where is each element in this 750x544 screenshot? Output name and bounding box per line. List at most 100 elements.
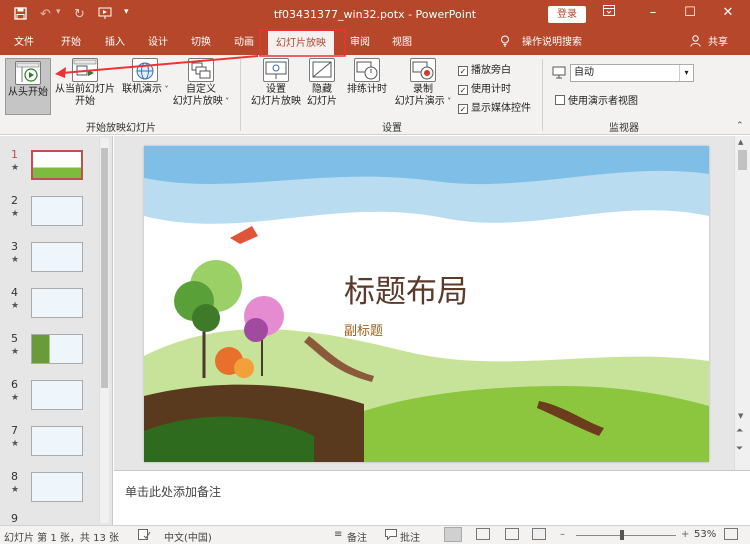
tab-review[interactable]: 审阅	[350, 30, 370, 55]
stopwatch-icon	[354, 58, 380, 82]
tab-home[interactable]: 开始	[61, 30, 81, 55]
thumbnail-scrollbar[interactable]	[99, 138, 109, 523]
slide-subtitle[interactable]: 副标题	[344, 320, 383, 339]
thumbnail-image	[31, 242, 83, 272]
scroll-up-icon[interactable]: ▲	[738, 138, 743, 146]
play-narrations-checkbox[interactable]: ✓ 播放旁白	[458, 61, 511, 76]
hide-slide-button[interactable]: 隐藏 幻灯片	[305, 58, 339, 108]
slide-thumbnail[interactable]: 8 ★	[0, 470, 100, 514]
previous-slide-icon[interactable]: ⏶	[736, 426, 743, 436]
checkbox-checked-icon: ✓	[458, 85, 468, 95]
slideshow-view-icon[interactable]	[532, 528, 546, 540]
record-slideshow-button[interactable]: 录制 幻灯片演示 ˅	[392, 58, 454, 108]
animation-star-icon: ★	[11, 255, 20, 265]
zoom-slider-handle[interactable]	[620, 530, 624, 540]
language-label[interactable]: 中文(中国)	[164, 529, 212, 544]
thumbnail-image	[31, 150, 83, 180]
comments-toggle[interactable]: 批注	[400, 529, 420, 544]
presenter-view-checkbox[interactable]: 使用演示者视图	[555, 92, 638, 107]
normal-view-icon[interactable]	[444, 527, 462, 542]
slide-thumbnail[interactable]: 6 ★	[0, 378, 100, 422]
close-icon[interactable]: ✕	[718, 5, 738, 20]
undo-dropdown-icon[interactable]: ▾	[56, 7, 61, 17]
customize-qat-icon[interactable]: ▾	[124, 7, 129, 17]
undo-icon[interactable]: ↶	[40, 7, 51, 22]
tell-me-search[interactable]: 操作说明搜索	[522, 30, 582, 55]
slide-count-label: 幻灯片 第 1 张，共 13 张	[4, 533, 119, 544]
notes-toggle[interactable]: 备注	[347, 529, 367, 544]
setup-slideshow-button[interactable]: 设置 幻灯片放映	[249, 58, 303, 108]
minimize-icon[interactable]: –	[643, 5, 663, 20]
slide-thumbnail[interactable]: 4 ★	[0, 286, 100, 330]
thumbnail-number: 5	[11, 332, 18, 345]
zoom-percent[interactable]: 53%	[694, 529, 716, 540]
checkbox-checked-icon: ✓	[458, 104, 468, 114]
thumbnail-image	[31, 380, 83, 410]
scrollbar-thumb[interactable]	[101, 148, 108, 388]
thumbnail-image	[31, 426, 83, 456]
slide-thumbnail[interactable]: 5 ★	[0, 332, 100, 376]
lightbulb-icon	[500, 30, 510, 55]
ribbon: 从头开始 从当前幻灯片 开始 联机演示 ˅ 自定义 幻灯片放映 ˅ 开始放映幻灯…	[0, 55, 750, 135]
zoom-in-icon[interactable]: +	[681, 529, 689, 540]
comments-icon[interactable]	[385, 529, 397, 543]
group-separator	[542, 59, 543, 131]
reading-view-icon[interactable]	[505, 528, 519, 540]
scrollbar-thumb[interactable]	[738, 150, 747, 170]
hide-label-1: 隐藏	[312, 84, 332, 95]
tab-view[interactable]: 视图	[392, 30, 412, 55]
chevron-down-icon: ▾	[679, 65, 693, 81]
group-start-slideshow: 开始放映幻灯片	[86, 123, 156, 134]
monitor-select[interactable]: 自动 ▾	[570, 64, 694, 82]
use-timings-label: 使用计时	[471, 84, 511, 95]
tab-insert[interactable]: 插入	[105, 30, 125, 55]
next-slide-icon[interactable]: ⏷	[736, 444, 743, 454]
tab-design[interactable]: 设计	[148, 30, 168, 55]
notes-pane[interactable]: 单击此处添加备注	[114, 470, 750, 525]
zoom-out-icon[interactable]: –	[560, 529, 565, 540]
online-present-button[interactable]: 联机演示 ˅	[122, 58, 169, 96]
custom-show-icon	[188, 58, 214, 82]
tab-slide-show[interactable]: 幻灯片放映	[267, 30, 335, 55]
slide-canvas[interactable]: 标题布局 副标题	[144, 146, 709, 462]
maximize-icon[interactable]: ☐	[680, 5, 700, 20]
custom-slideshow-button[interactable]: 自定义 幻灯片放映 ˅	[170, 58, 232, 108]
from-current-button[interactable]: 从当前幻灯片 开始	[54, 58, 116, 108]
use-timings-checkbox[interactable]: ✓ 使用计时	[458, 80, 511, 95]
notes-icon[interactable]: ≡	[334, 529, 342, 540]
tab-transitions[interactable]: 切换	[191, 30, 211, 55]
animation-star-icon: ★	[11, 393, 20, 403]
show-media-controls-checkbox[interactable]: ✓ 显示媒体控件	[458, 99, 531, 114]
zoom-slider[interactable]	[576, 535, 676, 536]
editor-scrollbar[interactable]: ▲ ▼ ⏶ ⏷	[734, 136, 750, 470]
thumbnail-number: 6	[11, 378, 18, 391]
scroll-down-icon[interactable]: ▼	[738, 412, 743, 420]
save-icon[interactable]	[14, 7, 27, 24]
animation-star-icon: ★	[11, 347, 20, 357]
tab-file[interactable]: 文件	[14, 30, 34, 55]
slide-thumbnail[interactable]: 1 ★	[0, 148, 100, 192]
slide-title[interactable]: 标题布局	[344, 266, 468, 311]
slide-thumbnail[interactable]: 2 ★	[0, 194, 100, 238]
status-bar: 幻灯片 第 1 张，共 13 张 中文(中国) ≡ 备注 批注 – + 53%	[0, 525, 750, 544]
thumbnail-number: 1	[11, 148, 18, 161]
slide-sorter-view-icon[interactable]	[476, 528, 490, 540]
slide-thumbnail[interactable]: 9	[0, 512, 100, 524]
from-beginning-button[interactable]: 从头开始	[5, 58, 51, 115]
spelling-check-icon[interactable]	[138, 529, 151, 543]
notes-placeholder[interactable]: 单击此处添加备注	[125, 483, 221, 500]
start-from-beginning-qat-icon[interactable]	[98, 7, 112, 24]
slide-thumbnail[interactable]: 3 ★	[0, 240, 100, 284]
tab-animations[interactable]: 动画	[234, 30, 254, 55]
rehearse-timings-button[interactable]: 排练计时	[343, 58, 391, 96]
slide-thumbnail[interactable]: 7 ★	[0, 424, 100, 468]
share-icon[interactable]	[690, 30, 701, 55]
share-button[interactable]: 共享	[708, 30, 728, 55]
presenter-view-label: 使用演示者视图	[568, 96, 638, 107]
ribbon-display-options-icon[interactable]	[599, 5, 619, 20]
slide-thumbnail-pane: 1 ★ 2 ★ 3 ★ 4 ★ 5 ★ 6 ★ 7 ★ 8 ★ 9	[0, 136, 113, 525]
login-button[interactable]: 登录	[548, 6, 586, 23]
collapse-ribbon-icon[interactable]: ⌃	[736, 121, 744, 131]
redo-icon[interactable]: ↻	[74, 7, 85, 22]
fit-to-window-icon[interactable]	[724, 528, 738, 540]
